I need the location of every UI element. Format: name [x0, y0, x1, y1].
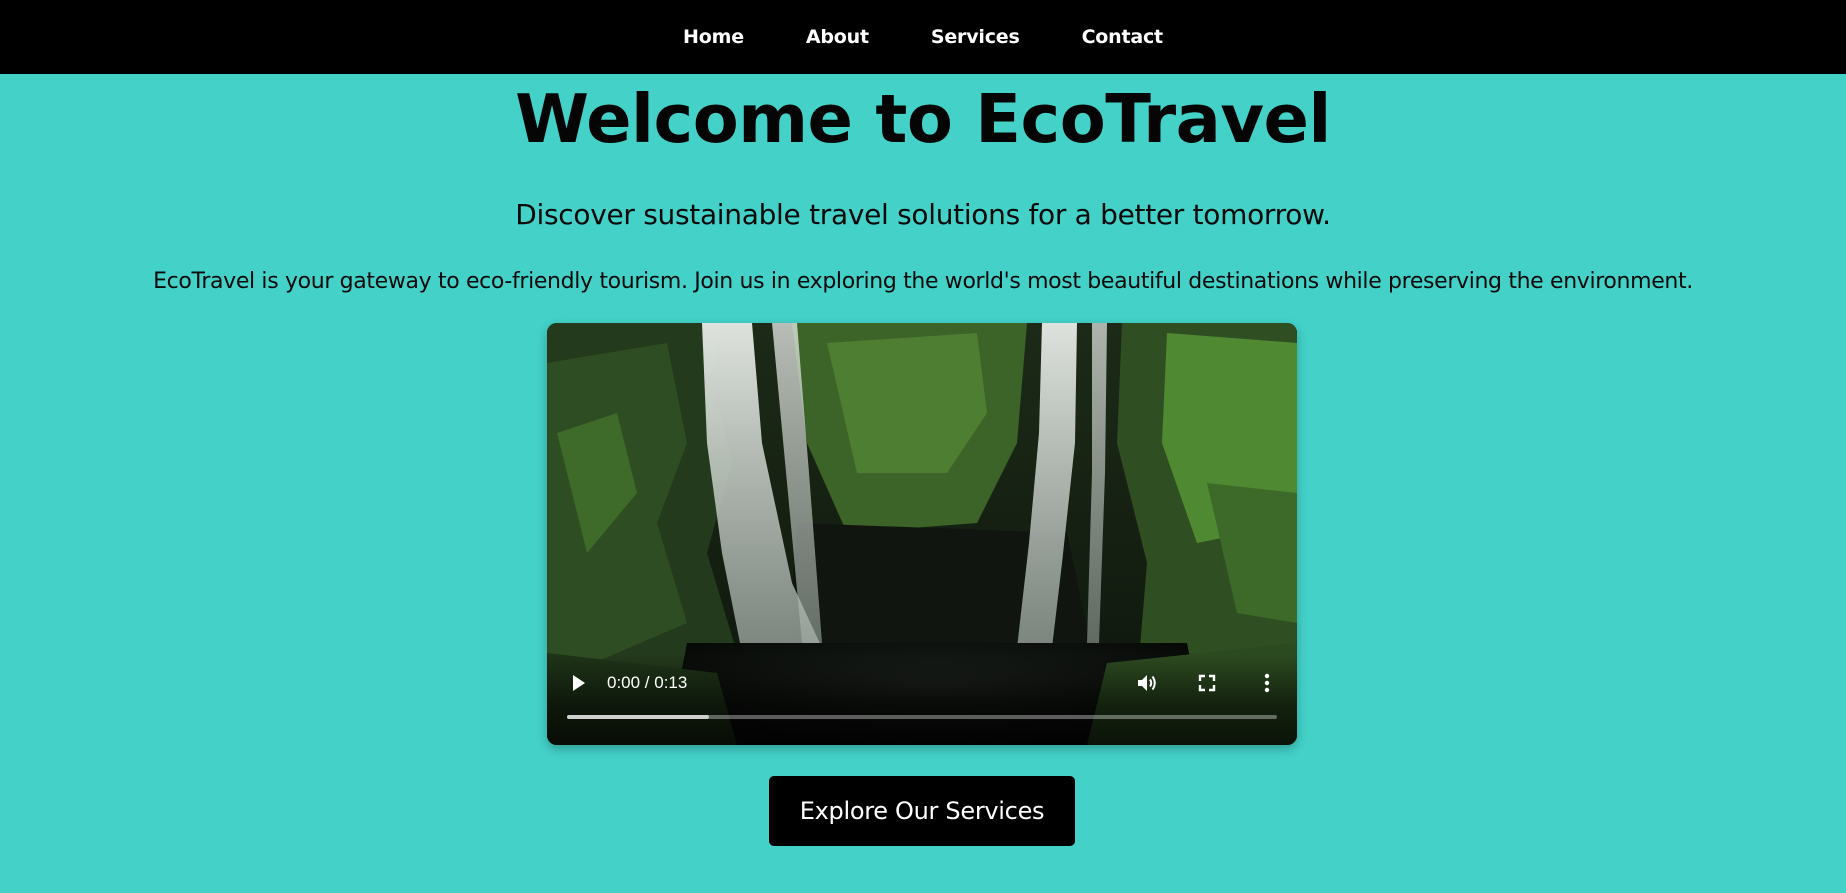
video-buffered-progress: [567, 715, 709, 719]
hero-description: EcoTravel is your gateway to eco-friendl…: [153, 269, 1693, 294]
video-controls-bar: [547, 655, 1297, 745]
fullscreen-icon[interactable]: [1195, 671, 1219, 695]
nav-link-about[interactable]: About: [806, 26, 869, 48]
top-navbar: Home About Services Contact: [0, 0, 1846, 74]
hero-subtitle: Discover sustainable travel solutions fo…: [515, 198, 1331, 231]
video-player[interactable]: 0:00 / 0:13: [547, 323, 1297, 745]
volume-icon[interactable]: [1135, 671, 1159, 695]
play-icon[interactable]: [567, 672, 589, 694]
nav-link-home[interactable]: Home: [683, 26, 744, 48]
video-progress-bar[interactable]: [567, 715, 1277, 719]
hero-title: Welcome to EcoTravel: [515, 80, 1331, 158]
nav-link-contact[interactable]: Contact: [1082, 26, 1164, 48]
more-vertical-icon[interactable]: [1255, 671, 1279, 695]
explore-services-button[interactable]: Explore Our Services: [769, 776, 1075, 846]
video-time-display: 0:00 / 0:13: [607, 673, 688, 692]
nav-link-services[interactable]: Services: [931, 26, 1020, 48]
